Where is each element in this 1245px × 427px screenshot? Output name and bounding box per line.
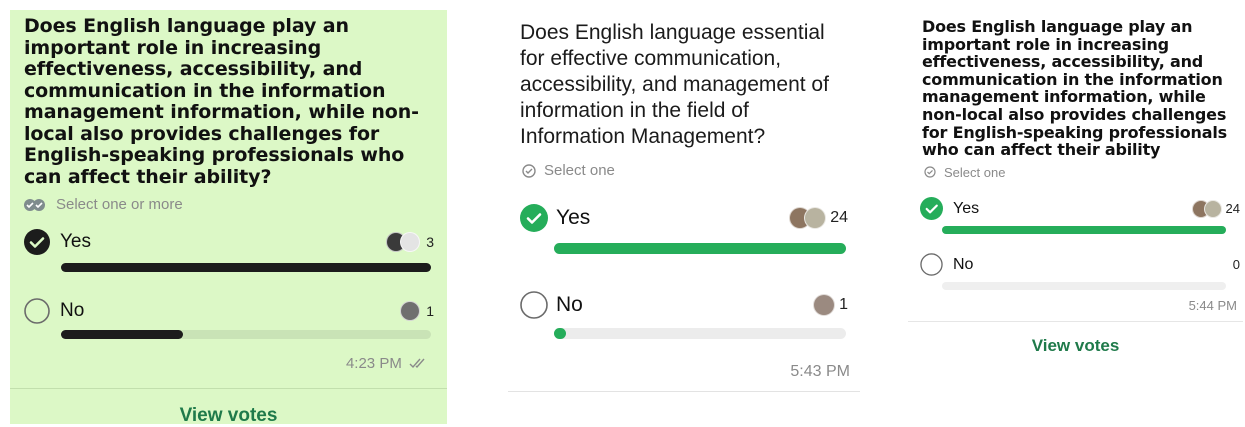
avatar	[813, 294, 836, 316]
poll-option-yes[interactable]: Yes 3	[24, 225, 434, 272]
checked-circle-icon[interactable]	[520, 204, 548, 232]
poll-hint-text: Select one	[544, 162, 615, 179]
poll-hint: Select one	[522, 162, 860, 179]
avatar	[804, 207, 827, 229]
poll-progress-fill	[61, 263, 431, 272]
voter-avatars[interactable]	[386, 232, 421, 252]
poll-option-yes[interactable]: Yes 24	[908, 194, 1243, 234]
poll-question: Does English language play an important …	[922, 17, 1227, 160]
poll-progress-bar	[61, 263, 431, 272]
vote-count: 24	[1225, 201, 1240, 217]
poll-hint: Select one or more	[24, 196, 447, 213]
empty-circle-icon[interactable]	[520, 291, 548, 319]
vote-count: 0	[1232, 257, 1240, 273]
poll-progress-bar	[61, 330, 431, 339]
poll-option-no[interactable]: No 1	[24, 294, 434, 339]
poll-progress-fill	[942, 225, 1226, 234]
poll-option-label: Yes	[556, 206, 591, 229]
divider	[908, 320, 1243, 322]
view-votes-button[interactable]: View votes	[908, 336, 1243, 356]
timestamp-text: 5:44 PM	[1188, 297, 1237, 313]
empty-circle-icon[interactable]	[920, 253, 943, 276]
poll-hint-text: Select one or more	[56, 196, 183, 213]
vote-count: 24	[830, 209, 848, 226]
checked-circle-icon[interactable]	[24, 229, 50, 255]
empty-circle-icon[interactable]	[24, 298, 50, 324]
poll-question: Does English language essential for effe…	[520, 21, 829, 148]
avatar	[400, 232, 421, 252]
poll-message-2: Does English language essential for effe…	[508, 10, 860, 424]
divider	[508, 391, 860, 392]
poll-hint: Select one	[924, 165, 1243, 180]
voter-avatars[interactable]	[400, 301, 421, 321]
divider	[10, 388, 447, 389]
poll-option-no[interactable]: No 0	[908, 250, 1243, 290]
poll-hint-text: Select one	[944, 164, 1006, 180]
poll-option-label: No	[556, 293, 583, 316]
check-circle-icon	[522, 163, 536, 178]
voter-avatars[interactable]	[813, 294, 836, 316]
double-check-icon	[409, 358, 425, 369]
poll-option-label: Yes	[953, 199, 980, 217]
poll-progress-fill	[554, 243, 846, 254]
poll-progress-fill	[554, 328, 566, 339]
poll-progress-bar	[554, 243, 846, 254]
avatar	[1203, 199, 1222, 218]
voter-avatars[interactable]	[789, 207, 827, 229]
poll-message-3: Does English language play an important …	[908, 10, 1243, 424]
poll-option-label: Yes	[60, 231, 91, 252]
double-check-circle-icon	[24, 198, 45, 211]
poll-question: Does English language play an important …	[24, 15, 419, 188]
vote-count: 1	[839, 296, 848, 313]
timestamp-text: 4:23 PM	[345, 355, 402, 372]
poll-progress-bar	[554, 328, 846, 339]
avatar	[400, 301, 421, 321]
message-timestamp: 5:43 PM	[508, 363, 850, 381]
message-timestamp: 4:23 PM	[10, 355, 429, 372]
poll-progress-bar	[942, 225, 1226, 234]
vote-count: 3	[426, 234, 434, 250]
check-circle-icon	[924, 166, 936, 178]
message-timestamp: 5:44 PM	[908, 298, 1237, 313]
poll-option-label: No	[953, 255, 974, 273]
voter-avatars[interactable]	[1191, 199, 1222, 218]
poll-message-1: Does English language play an important …	[10, 10, 447, 426]
checked-circle-icon[interactable]	[920, 197, 943, 221]
poll-option-label: No	[60, 300, 85, 321]
poll-option-yes[interactable]: Yes 24	[508, 199, 860, 254]
poll-option-no[interactable]: No 1	[508, 286, 860, 339]
poll-progress-bar	[942, 281, 1226, 290]
poll-progress-fill	[61, 330, 183, 339]
vote-count: 1	[426, 303, 434, 319]
timestamp-text: 5:43 PM	[790, 363, 850, 380]
